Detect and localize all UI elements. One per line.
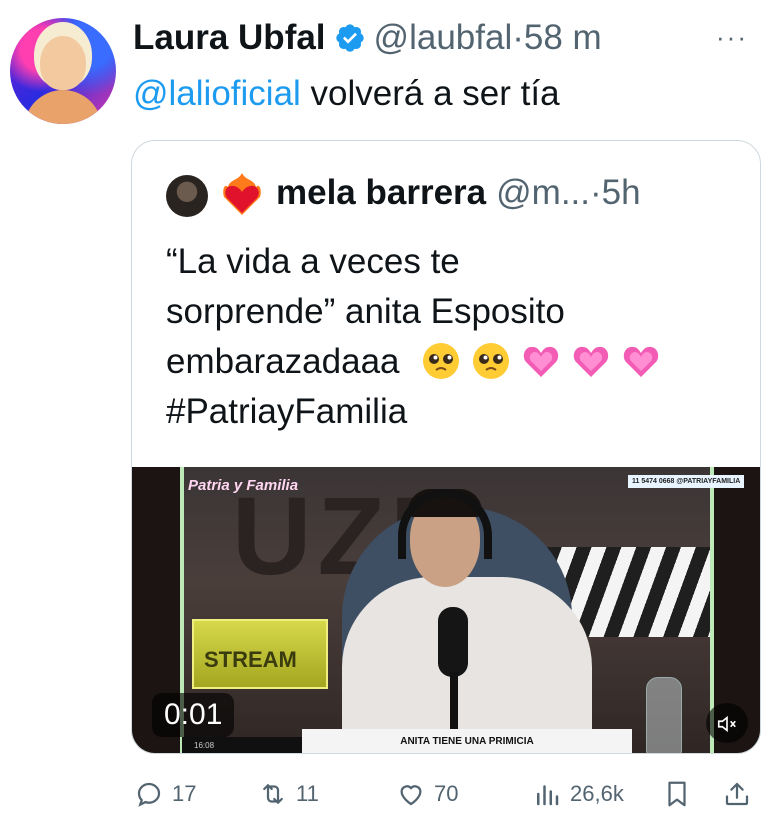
growing-heart-icon [624,346,659,377]
author-handle[interactable]: @laubfal·58 m [374,18,602,58]
stream-sign-text: STREAM [204,647,297,672]
water-bottle [646,677,682,753]
growing-heart-icon [524,346,559,377]
verified-badge-icon [335,24,364,52]
quoted-text-line: sorprende” anita Esposito [166,292,565,331]
avatar-shoulders [24,90,102,124]
quoted-tweet[interactable]: mela barrera @m...·5h “La vida a veces t… [131,140,761,754]
retweet-icon [263,784,283,804]
tweet-text-body: volverá a ser tía [300,74,560,113]
more-options-icon[interactable]: ··· [716,22,748,53]
bookmark-icon [668,781,686,807]
author-avatar[interactable] [10,18,116,124]
microphone-icon [438,607,468,677]
like-button[interactable]: 70 [396,774,458,814]
analytics-icon [537,785,559,806]
avatar-face [40,36,86,90]
reply-count: 17 [172,781,197,806]
retweet-count: 11 [296,781,319,806]
quoted-text-word: embarazadaaa [166,342,400,381]
video-player[interactable]: UZU STREAM Patria y Familia 11 5474 0668… [132,467,760,753]
video-stream-sign: STREAM [192,619,328,689]
quoted-text-line-emoji: embarazadaaa [166,337,746,387]
tweet-action-bar: 17 11 70 26,6k [0,774,770,814]
views-button[interactable]: 26,6k [532,774,624,814]
pleading-face-icon [473,343,510,379]
growing-heart-icon [574,346,609,377]
video-ticker-time: 16:08 [182,737,302,753]
mention-link[interactable]: @lalioficial [133,74,301,113]
share-icon [725,782,749,806]
quoted-text: “La vida a veces te sorprende” anita Esp… [166,237,746,437]
author-name[interactable]: Laura Ubfal [133,18,326,58]
like-count: 70 [434,781,459,806]
reply-button[interactable]: 17 [134,774,196,814]
mute-icon[interactable] [706,703,748,743]
share-button[interactable] [722,774,752,814]
hashtag-link[interactable]: #PatriayFamilia [166,387,746,437]
quoted-author-avatar [166,175,208,217]
show-logo: Patria y Familia [188,477,299,494]
retweet-button[interactable]: 11 [258,774,319,814]
bookmark-button[interactable] [662,774,692,814]
tweet-text: @lalioficial volverá a ser tía [133,70,560,118]
quoted-text-line: “La vida a veces te [166,242,460,281]
pleading-face-icon [423,343,460,379]
video-timestamp: 0:01 [152,693,235,737]
quoted-header: mela barrera @m...·5h [276,173,641,213]
heart-icon [400,785,422,806]
show-phone-banner: 11 5474 0668 @PATRIAYFAMILIA [628,475,745,488]
quoted-author-handle: @m...·5h [496,173,641,212]
reply-icon [137,782,161,807]
heart-on-fire-icon [223,173,261,215]
video-lower-third: ANITA TIENE UNA PRIMICIA [302,729,632,753]
quoted-author-name: mela barrera [276,173,487,212]
views-count: 26,6k [570,781,624,806]
tweet-header: Laura Ubfal @laubfal·58 m [133,14,602,62]
